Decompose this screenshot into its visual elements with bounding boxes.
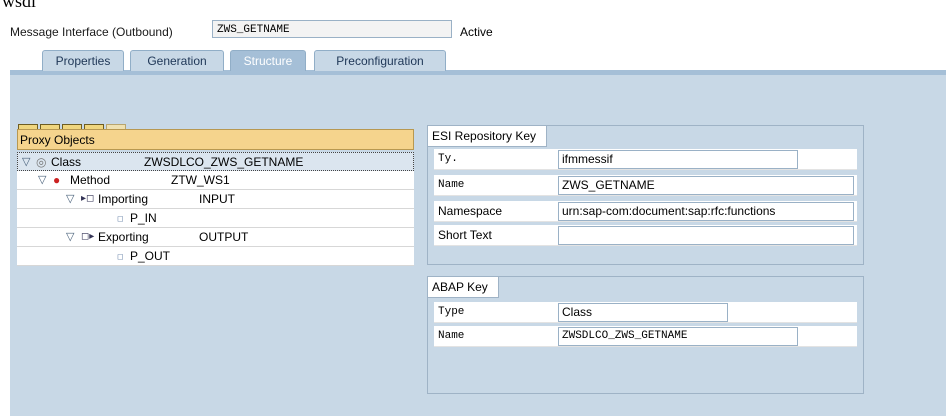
status-text: Active [460, 25, 493, 39]
tree-row-name: INPUT [199, 192, 235, 206]
field-label: Namespace [438, 204, 503, 218]
tree-row-type: Method [70, 173, 111, 187]
tree-row-type: Exporting [98, 230, 149, 244]
field-row-namespace: Namespace urn:sap-com:document:sap:rfc:f… [434, 201, 857, 222]
field-label: Name [438, 179, 465, 191]
abap-name-field[interactable]: ZWSDLCO_ZWS_GETNAME [558, 327, 798, 346]
interface-name-field[interactable]: ZWS_GETNAME [212, 20, 452, 38]
tree-row-p-in[interactable]: ◻ P_IN [17, 209, 414, 228]
class-icon: ◎ [36, 155, 47, 169]
field-row-short-text: Short Text [434, 225, 857, 246]
tab-preconfiguration[interactable]: Preconfiguration [314, 50, 446, 71]
importing-icon: ▸◻ [81, 193, 95, 204]
tree-row-method[interactable]: ▽ ● Method ZTW_WS1 [17, 171, 414, 190]
tree-row-type: P_OUT [130, 249, 171, 263]
abap-type-field[interactable]: Class [558, 303, 728, 322]
tree-row-name: OUTPUT [199, 230, 249, 244]
tree-header: Proxy Objects [17, 129, 414, 150]
collapse-triangle-icon[interactable]: ▽ [22, 153, 30, 171]
interface-type-label: Message Interface (Outbound) [10, 25, 173, 39]
tree-row-exporting[interactable]: ▽ ◻▸ Exporting OUTPUT [17, 228, 414, 247]
tree-row-p-out[interactable]: ◻ P_OUT [17, 247, 414, 266]
field-label: Name [438, 330, 465, 342]
collapse-triangle-icon[interactable]: ▽ [66, 228, 74, 246]
exporting-icon: ◻▸ [81, 231, 95, 242]
tab-structure[interactable]: Structure [230, 50, 306, 71]
group-title: ABAP Key [428, 277, 499, 298]
tree-row-type: P_IN [130, 211, 157, 225]
tree-row-class[interactable]: ▽ ◎ Class ZWSDLCO_ZWS_GETNAME [17, 152, 414, 171]
name-field[interactable]: ZWS_GETNAME [558, 176, 854, 195]
page-title-fragment: wsdl [2, 0, 37, 11]
field-row-abap-name: Name ZWSDLCO_ZWS_GETNAME [434, 326, 857, 347]
esi-repository-key-group: ESI Repository Key Ty. ifmmessif Name ZW… [427, 125, 864, 265]
field-row-type: Ty. ifmmessif [434, 149, 857, 170]
group-title: ESI Repository Key [428, 126, 548, 147]
parameter-icon: ◻ [117, 214, 124, 223]
tab-properties[interactable]: Properties [42, 50, 124, 71]
namespace-field[interactable]: urn:sap-com:document:sap:rfc:functions [558, 202, 854, 221]
short-text-field[interactable] [558, 226, 854, 245]
abap-key-group: ABAP Key Type Class Name ZWSDLCO_ZWS_GET… [427, 276, 864, 394]
tab-strip: Properties Generation Structure Preconfi… [10, 50, 948, 74]
tab-generation[interactable]: Generation [130, 50, 224, 71]
collapse-triangle-icon[interactable]: ▽ [38, 171, 46, 189]
field-label: Ty. [438, 153, 458, 165]
field-row-abap-type: Type Class [434, 302, 857, 323]
method-icon: ● [53, 173, 61, 187]
tree-row-type: Class [51, 155, 82, 169]
type-field[interactable]: ifmmessif [558, 150, 798, 169]
field-label: Type [438, 306, 465, 318]
tree-row-name: ZTW_WS1 [171, 173, 230, 187]
tree-row-name: ZWSDLCO_ZWS_GETNAME [144, 155, 304, 169]
field-label: Short Text [438, 228, 492, 242]
tree-row-type: Importing [98, 192, 149, 206]
field-row-name: Name ZWS_GETNAME [434, 175, 857, 196]
collapse-triangle-icon[interactable]: ▽ [66, 190, 74, 208]
parameter-icon: ◻ [117, 252, 124, 261]
proxy-objects-tree: Proxy Objects ▽ ◎ Class ZWSDLCO_ZWS_GETN… [17, 129, 414, 415]
tree-row-importing[interactable]: ▽ ▸◻ Importing INPUT [17, 190, 414, 209]
tree-empty-area [17, 275, 414, 415]
